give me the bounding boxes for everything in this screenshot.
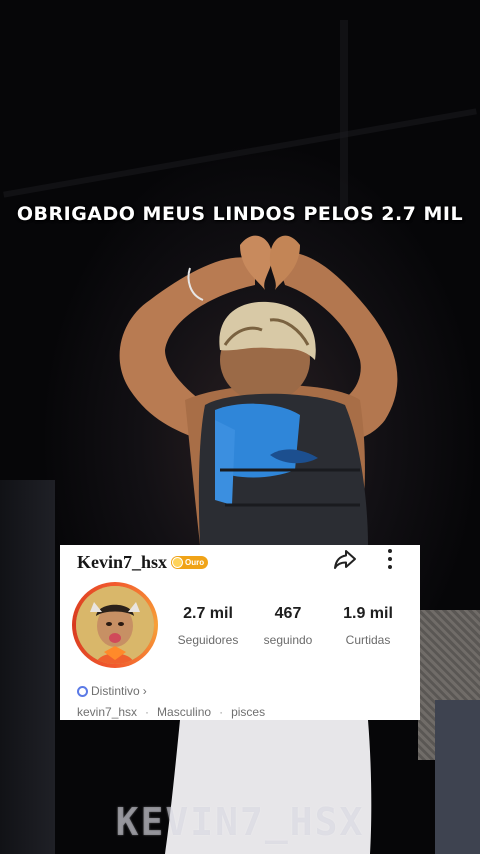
likes-stat[interactable]: 1.9 mil Curtidas bbox=[328, 605, 408, 647]
more-vertical-icon bbox=[388, 549, 392, 569]
profile-handle: kevin7_hsx bbox=[77, 705, 138, 719]
following-count: 467 bbox=[274, 605, 302, 622]
share-icon bbox=[334, 550, 356, 569]
likes-label: Curtidas bbox=[345, 633, 391, 647]
distintivo-link[interactable]: Distintivo › bbox=[77, 684, 147, 698]
username[interactable]: Kevin7_hsx bbox=[77, 552, 167, 573]
profile-gender: Masculino bbox=[157, 705, 212, 719]
followers-label: Seguidores bbox=[177, 633, 239, 647]
profile-stats: 2.7 mil Seguidores 467 seguindo 1.9 mil … bbox=[168, 605, 408, 647]
profile-info: kevin7_hsx · Masculino · pisces bbox=[77, 705, 265, 719]
followers-count: 2.7 mil bbox=[183, 605, 233, 622]
share-button[interactable] bbox=[332, 546, 358, 572]
profile-header: Kevin7_hsx Ouro bbox=[77, 549, 209, 575]
rank-badge[interactable]: Ouro bbox=[171, 555, 209, 569]
watermark-text: KEVIN7_HSX bbox=[115, 800, 365, 844]
background-photo: OBRIGADO MEUS LINDOS PELOS 2.7 MIL KEVIN… bbox=[0, 0, 480, 854]
following-label: seguindo bbox=[263, 633, 313, 647]
distintivo-label: Distintivo bbox=[91, 684, 140, 698]
person-figure bbox=[119, 235, 398, 854]
likes-count: 1.9 mil bbox=[343, 605, 393, 622]
following-stat[interactable]: 467 seguindo bbox=[248, 605, 328, 647]
more-options-button[interactable] bbox=[378, 546, 402, 572]
rank-badge-label: Ouro bbox=[185, 557, 205, 567]
caption-overlay: OBRIGADO MEUS LINDOS PELOS 2.7 MIL bbox=[16, 203, 464, 225]
chevron-right-icon: › bbox=[142, 684, 147, 698]
separator: · bbox=[219, 705, 224, 719]
profile-sign: pisces bbox=[231, 705, 266, 719]
profile-card: Kevin7_hsx Ouro 2.7 mil Seguidores 467 s… bbox=[60, 545, 420, 720]
avatar-image bbox=[76, 586, 154, 664]
avatar bbox=[76, 586, 154, 664]
distintivo-icon bbox=[77, 685, 88, 697]
avatar-ring[interactable] bbox=[72, 582, 158, 668]
coin-icon bbox=[172, 556, 184, 568]
followers-stat[interactable]: 2.7 mil Seguidores bbox=[168, 605, 248, 647]
separator: · bbox=[145, 705, 150, 719]
